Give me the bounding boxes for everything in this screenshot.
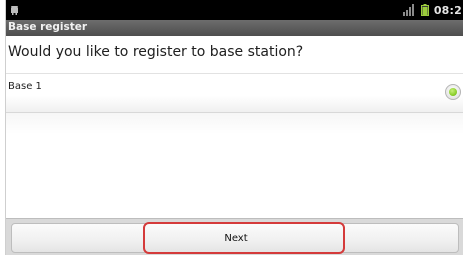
status-time: 08:2 — [433, 3, 462, 17]
signal-icon — [402, 4, 414, 16]
base-station-option[interactable]: Base 1 — [6, 76, 463, 113]
page-title: Base register — [8, 21, 88, 33]
register-prompt: Would you like to register to base stati… — [8, 44, 304, 60]
radio-button-selected[interactable] — [445, 84, 461, 100]
android-icon — [11, 6, 18, 15]
option-label: Base 1 — [8, 81, 42, 92]
footer-bar: Next — [6, 218, 463, 255]
list-empty-area — [6, 113, 463, 218]
radio-selected-dot — [449, 88, 457, 96]
divider — [6, 73, 463, 74]
battery-icon — [420, 4, 429, 16]
title-bar: Base register — [6, 20, 463, 36]
app-window: 08:2 Base register Would you like to reg… — [5, 0, 463, 255]
status-bar: 08:2 — [6, 0, 463, 20]
status-indicators: 08:2 — [402, 0, 463, 20]
next-button-label: Next — [224, 233, 248, 244]
next-button[interactable]: Next — [11, 223, 459, 253]
